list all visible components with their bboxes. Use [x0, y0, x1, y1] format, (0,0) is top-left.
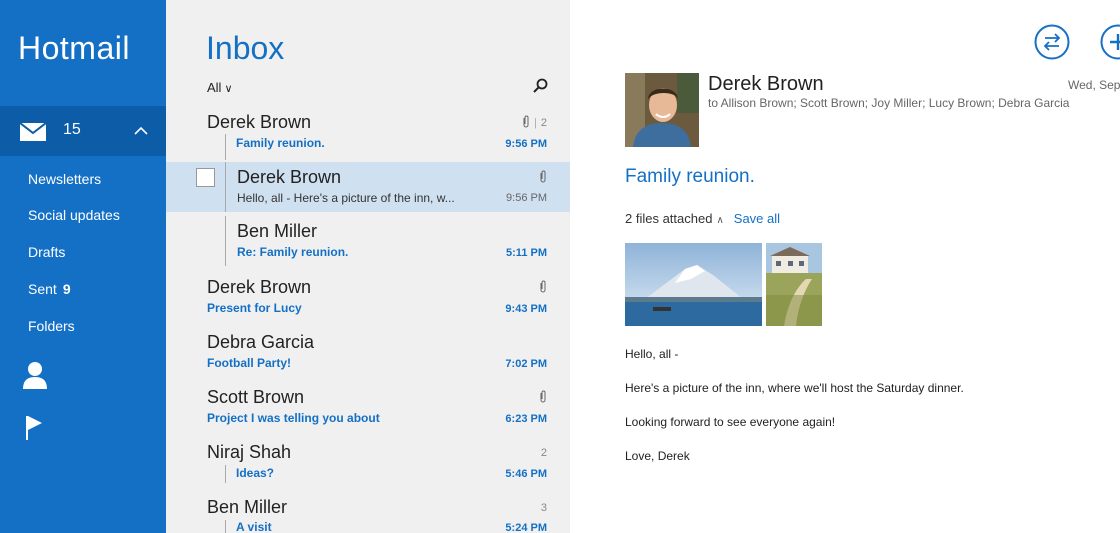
folder-label: Newsletters — [28, 171, 102, 187]
message-sender: Derek Brown — [237, 167, 342, 187]
thread-indicator — [225, 162, 226, 212]
search-icon[interactable] — [532, 78, 548, 94]
paperclip-icon — [523, 115, 529, 128]
message-meta: | 2 — [522, 115, 547, 129]
message-meta — [539, 390, 547, 404]
body-paragraph: Here's a picture of the inn, where we'll… — [625, 381, 964, 395]
folder-label: Social updates — [28, 207, 120, 223]
attachment-thumbnail-mountain[interactable] — [625, 243, 762, 326]
thread-indicator — [225, 520, 226, 533]
message-sender: Ben Miller — [237, 221, 318, 241]
message-item[interactable]: Scott Brown Project I was telling you ab… — [166, 382, 570, 437]
page-title: Inbox — [206, 30, 285, 66]
sender-avatar — [625, 73, 699, 147]
inbox-unread-count: 15 — [63, 121, 81, 138]
filter-label: All — [207, 80, 222, 95]
people-icon[interactable] — [22, 361, 48, 389]
message-subject: Ideas? — [236, 466, 275, 480]
message-subject: A visit — [236, 520, 272, 533]
thread-indicator — [225, 465, 226, 483]
body-paragraph: Looking forward to see everyone again! — [625, 415, 836, 429]
app-title: Hotmail — [18, 30, 130, 66]
message-time: 7:02 PM — [505, 358, 547, 370]
message-subject: Re: Family reunion. — [237, 245, 349, 259]
message-sender: Derek Brown — [207, 277, 312, 297]
message-subject: Project I was telling you about — [207, 411, 380, 425]
message-subject: Present for Lucy — [207, 301, 302, 315]
thread-indicator — [225, 134, 226, 160]
message-sender: Niraj Shah — [207, 442, 292, 462]
attachments-label: 2 files attached — [625, 211, 713, 226]
thread-indicator — [225, 216, 226, 266]
reply-icon[interactable] — [1034, 24, 1070, 60]
folder-drafts[interactable]: Drafts — [28, 244, 65, 260]
inbox-folder[interactable]: 15 — [0, 106, 166, 156]
message-sender: Debra Garcia — [207, 332, 315, 352]
folder-label: Drafts — [28, 244, 66, 260]
message-checkbox[interactable] — [196, 168, 215, 187]
message-subject: Football Party! — [207, 356, 292, 370]
new-message-icon[interactable] — [1100, 24, 1120, 60]
message-item[interactable]: Debra Garcia Football Party! 7:02 PM — [166, 327, 570, 382]
save-all-link[interactable]: Save all — [734, 211, 780, 226]
sender-name[interactable]: Derek Brown — [708, 73, 824, 96]
message-time: 5:11 PM — [506, 247, 547, 259]
reading-pane: Derek Brown Wed, Sep to Allison Brown; S… — [570, 0, 1120, 533]
message-sender: Ben Miller — [207, 497, 288, 517]
message-item[interactable]: Niraj Shah 2 Ideas? 5:46 PM — [166, 437, 570, 492]
attachments-bar: 2 files attached ∧ Save all — [625, 211, 780, 226]
message-item[interactable]: Derek Brown Present for Lucy 9:43 PM — [166, 272, 570, 327]
paperclip-icon — [540, 280, 546, 293]
message-subject-heading: Family reunion. — [625, 166, 755, 187]
message-meta — [539, 170, 547, 184]
message-time: 9:56 PM — [506, 192, 547, 204]
message-item[interactable]: Ben Miller Re: Family reunion. 5:11 PM — [166, 216, 570, 271]
mail-icon — [20, 123, 46, 141]
folder-sent[interactable]: Sent 9 — [28, 281, 71, 297]
message-time: 6:23 PM — [505, 413, 547, 425]
chevron-up-icon[interactable]: ∧ — [716, 215, 723, 226]
flag-icon[interactable] — [24, 414, 46, 440]
navigation-pane: Hotmail 15 Newsletters Social updates Dr… — [0, 0, 166, 533]
message-time: 9:56 PM — [505, 138, 547, 150]
attachment-thumbnail-inn[interactable] — [766, 243, 822, 326]
folder-newsletters[interactable]: Newsletters — [28, 171, 101, 187]
folder-social-updates[interactable]: Social updates — [28, 207, 120, 223]
message-sender: Scott Brown — [207, 387, 305, 407]
message-sender: Derek Brown — [207, 112, 312, 132]
message-item[interactable]: Ben Miller 3 A visit 5:24 PM — [166, 492, 570, 533]
body-paragraph: Love, Derek — [625, 449, 690, 463]
message-preview: Hello, all - Here's a picture of the inn… — [237, 191, 455, 205]
message-subject: Family reunion. — [236, 136, 325, 150]
chevron-down-icon: ∨ — [224, 83, 233, 95]
message-item-selected[interactable]: Derek Brown Hello, all - Here's a pictur… — [166, 162, 570, 212]
paperclip-icon — [540, 390, 546, 403]
body-paragraph: Hello, all - — [625, 347, 679, 361]
message-date: Wed, Sep — [1068, 78, 1120, 92]
message-time: 5:24 PM — [505, 522, 547, 533]
folder-label: Sent — [28, 281, 57, 297]
thread-count: 2 — [540, 447, 547, 459]
recipients: to Allison Brown; Scott Brown; Joy Mille… — [708, 96, 1070, 110]
thread-count: 3 — [540, 502, 547, 514]
message-item[interactable]: Derek Brown | 2 Family reunion. 9:56 PM — [166, 108, 570, 163]
message-time: 9:43 PM — [505, 303, 547, 315]
sent-count-badge: 9 — [62, 281, 71, 297]
paperclip-icon — [540, 170, 546, 183]
chevron-up-icon[interactable] — [133, 123, 149, 139]
message-meta — [539, 280, 547, 294]
folder-folders[interactable]: Folders — [28, 318, 75, 334]
message-list-pane: Inbox All ∨ Derek Brown | 2 Family reunion… — [166, 0, 570, 533]
message-time: 5:46 PM — [505, 468, 547, 480]
thread-count: 2 — [540, 117, 547, 129]
filter-dropdown[interactable]: All ∨ — [207, 80, 233, 95]
folder-label: Folders — [28, 318, 75, 334]
